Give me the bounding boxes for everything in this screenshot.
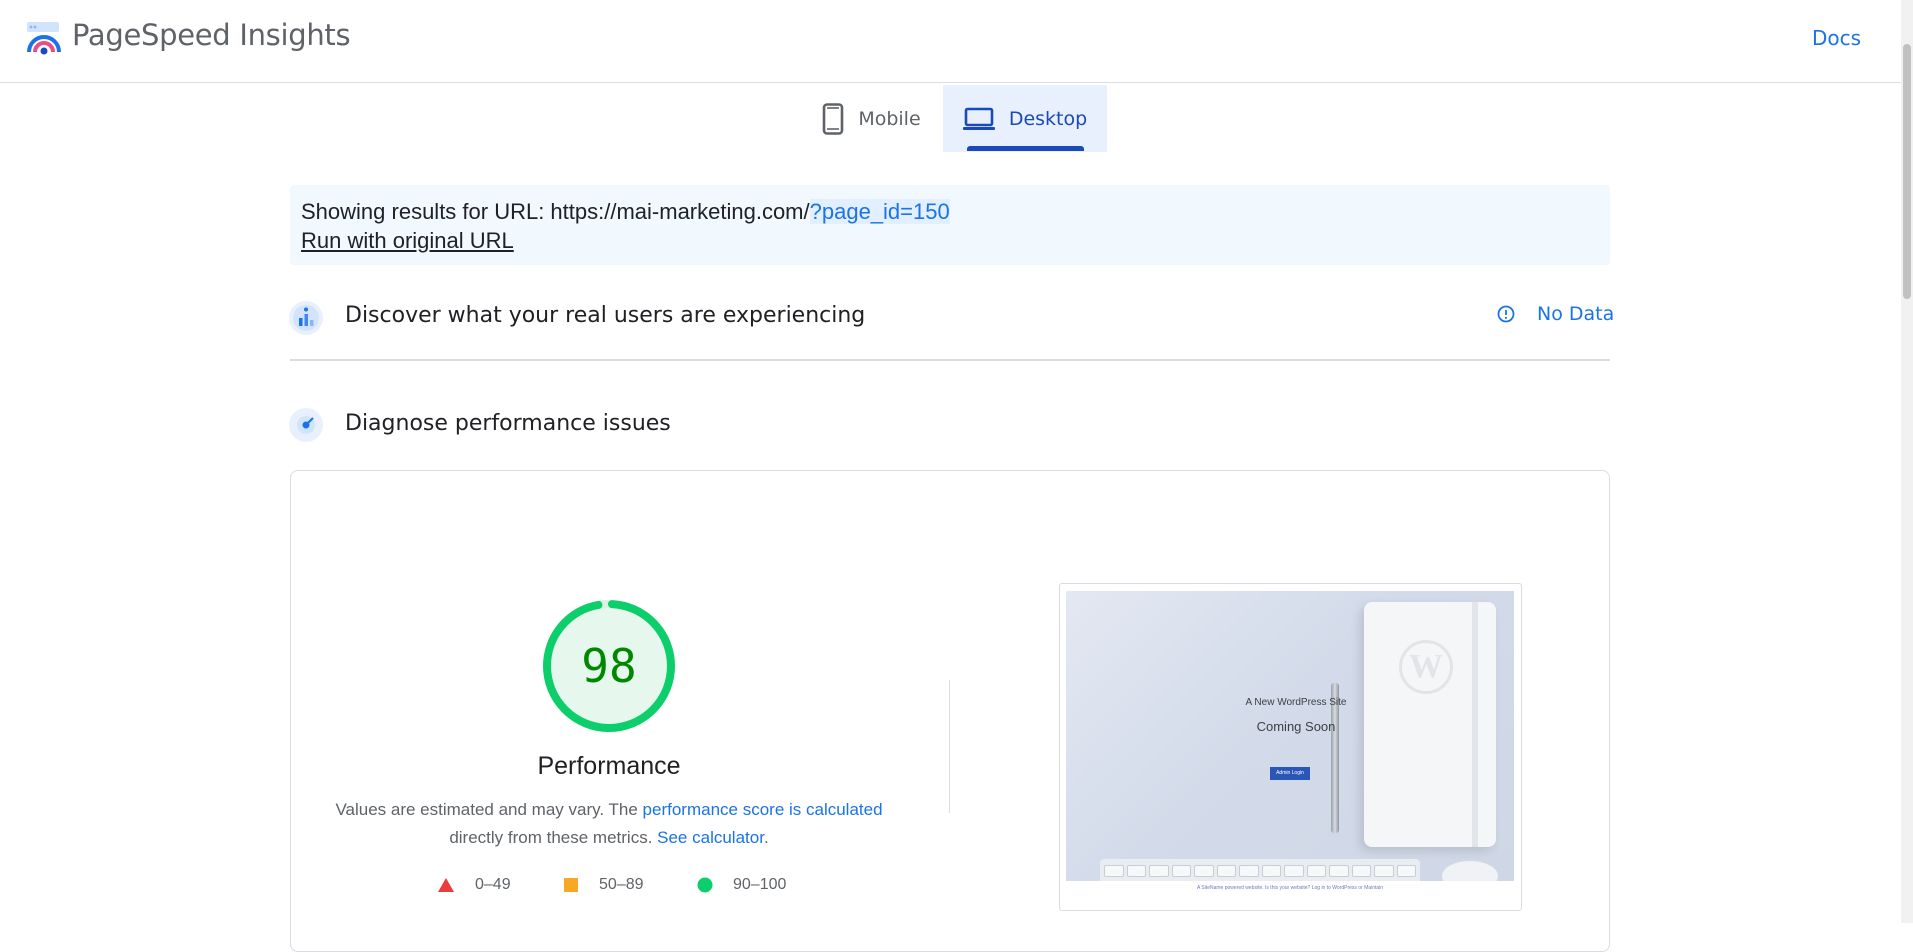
- circle-icon: [697, 877, 713, 893]
- performance-label: Performance: [537, 752, 681, 780]
- info-icon: [1497, 305, 1515, 323]
- desc-text-1: Values are estimated and may vary. The: [335, 800, 643, 819]
- legend-good-range: 90–100: [733, 876, 787, 893]
- diagnose-icon: [289, 408, 323, 442]
- see-calculator-link[interactable]: See calculator: [657, 828, 764, 847]
- docs-link[interactable]: Docs: [1812, 26, 1861, 50]
- legend-poor-range: 0–49: [475, 876, 511, 893]
- url-prefix: Showing results for URL: https://mai-mar…: [301, 199, 810, 224]
- notebook-band: [1472, 602, 1478, 847]
- performance-score-value: 98: [581, 639, 637, 693]
- no-data-label: No Data: [1537, 303, 1615, 325]
- tab-mobile[interactable]: Mobile: [800, 85, 943, 152]
- square-icon: [564, 878, 578, 892]
- legend-average: 50–89: [563, 876, 644, 894]
- scrollbar-thumb[interactable]: [1903, 44, 1911, 299]
- tab-desktop-label: Desktop: [1008, 107, 1088, 130]
- legend-average-range: 50–89: [599, 876, 644, 893]
- real-users-title: Discover what your real users are experi…: [345, 303, 866, 328]
- performance-score-calculated-link[interactable]: performance score is calculated: [643, 800, 883, 819]
- mouse-image: [1442, 861, 1498, 881]
- smartphone-icon: [823, 102, 844, 135]
- url-notice: Showing results for URL: https://mai-mar…: [290, 185, 1610, 265]
- screenshot-admin-login-button: Admin Login: [1270, 767, 1310, 780]
- pagespeed-logo-icon: [27, 22, 61, 55]
- selected-tab-indicator: [967, 146, 1084, 151]
- performance-description: Values are estimated and may vary. The p…: [330, 796, 888, 852]
- run-with-original-url-link[interactable]: Run with original URL: [301, 228, 514, 254]
- screenshot-site-name: A New WordPress Site: [1245, 697, 1347, 708]
- laptop-icon: [962, 107, 995, 130]
- url-notice-text: Showing results for URL: https://mai-mar…: [301, 199, 950, 225]
- screenshot-image: W A New WordPress Site Coming Soon Admin…: [1066, 591, 1514, 881]
- tab-desktop[interactable]: Desktop: [943, 85, 1107, 152]
- no-data-status[interactable]: No Data: [1497, 303, 1614, 325]
- legend-good: 90–100: [697, 876, 786, 894]
- keyboard-image: [1100, 859, 1420, 881]
- url-query-highlight: ?page_id=150: [809, 199, 950, 224]
- notebook-image: W: [1364, 602, 1496, 847]
- page-scrollbar[interactable]: [1901, 0, 1913, 923]
- real-users-icon: [289, 301, 323, 335]
- screenshot-footer: A SiteName powered website. Is this your…: [1196, 885, 1384, 891]
- card-vertical-separator: [949, 680, 950, 813]
- app-title[interactable]: PageSpeed Insights: [72, 18, 351, 52]
- final-screenshot: W A New WordPress Site Coming Soon Admin…: [1059, 583, 1522, 911]
- top-app-bar: PageSpeed Insights Docs: [0, 0, 1901, 83]
- section-divider: [290, 359, 1610, 361]
- triangle-icon: [438, 878, 454, 892]
- legend-poor: 0–49: [437, 876, 511, 894]
- desc-text-end: .: [763, 828, 769, 847]
- diagnose-title: Diagnose performance issues: [345, 411, 671, 436]
- wordpress-logo-icon: W: [1399, 640, 1453, 694]
- screenshot-coming-soon: Coming Soon: [1256, 719, 1336, 734]
- tab-mobile-label: Mobile: [858, 107, 921, 130]
- desc-text-2: directly from these metrics.: [449, 828, 658, 847]
